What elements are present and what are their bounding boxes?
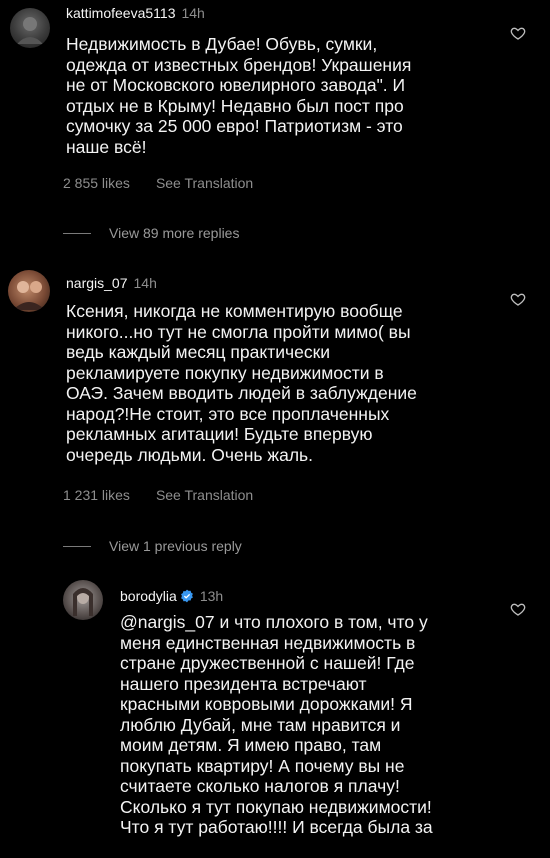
see-translation-link[interactable]: See Translation <box>156 487 253 503</box>
comment-meta: 2 855 likes See Translation <box>63 175 279 191</box>
verified-badge-icon <box>180 589 193 603</box>
replies-divider <box>63 545 91 547</box>
see-translation-link[interactable]: See Translation <box>156 175 253 191</box>
timestamp: 14h <box>133 275 157 291</box>
username[interactable]: borodylia 13h <box>120 588 223 604</box>
user-avatar-icon <box>17 17 43 44</box>
comment-reply: borodylia 13h @nargis_07 и что плохого в … <box>0 580 550 858</box>
likes-count[interactable]: 2 855 likes <box>63 175 130 191</box>
username-text[interactable]: kattimofeeva5113 <box>66 5 175 21</box>
username-text[interactable]: borodylia <box>120 588 177 604</box>
comment-meta: 1 231 likes See Translation <box>63 487 279 503</box>
user-avatar-icon <box>13 281 45 310</box>
avatar[interactable] <box>63 580 103 620</box>
likes-count[interactable]: 1 231 likes <box>63 487 130 503</box>
timestamp: 13h <box>199 588 224 604</box>
view-replies-button[interactable]: View 1 previous reply <box>63 538 242 554</box>
view-replies-label[interactable]: View 89 more replies <box>109 225 239 241</box>
user-avatar-icon <box>73 588 93 616</box>
avatar[interactable] <box>8 270 50 312</box>
avatar[interactable] <box>10 8 50 48</box>
comment-2: nargis_07 14h Ксения, никогда не комменти… <box>0 268 550 568</box>
heart-icon[interactable] <box>510 291 526 307</box>
comment-text: Недвижимость в Дубае! Обувь, сумки, одеж… <box>66 34 412 157</box>
username-text[interactable]: nargis_07 <box>66 275 128 291</box>
comment-text: Ксения, никогда не комментирую вообще ни… <box>66 301 417 465</box>
comment-1: kattimofeeva5113 14h Недвижимость в Дубае… <box>0 0 550 250</box>
view-replies-button[interactable]: View 89 more replies <box>63 225 239 241</box>
timestamp: 14h <box>181 5 205 21</box>
username[interactable]: nargis_07 14h <box>66 275 157 291</box>
replies-divider <box>63 232 91 234</box>
heart-icon[interactable] <box>510 25 526 41</box>
comment-text: @nargis_07 и что плохого в том, что у ме… <box>120 612 433 837</box>
view-replies-label[interactable]: View 1 previous reply <box>109 538 242 554</box>
heart-icon[interactable] <box>510 601 526 617</box>
username[interactable]: kattimofeeva5113 14h <box>66 5 205 21</box>
